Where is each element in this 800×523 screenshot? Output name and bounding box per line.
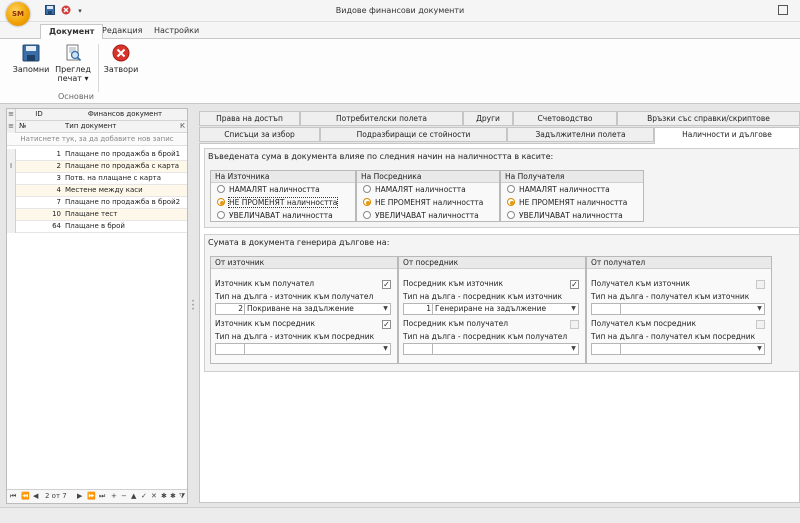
combo-recipient-to-source-type[interactable]: ▼ xyxy=(591,303,765,315)
tab-default-values[interactable]: Подразбиращи се стойности xyxy=(320,127,507,142)
stock-group-recipient: На Получателя НАМАЛЯТ наличността НЕ ПРО… xyxy=(500,170,644,222)
tab-settings[interactable]: Настройки xyxy=(146,24,207,39)
chevron-down-icon: ▼ xyxy=(757,305,762,312)
debts-group-source: От източник Източник към получател ✓ Тип … xyxy=(210,256,398,364)
row-indicator: ≡ xyxy=(7,109,16,121)
table-row[interactable]: 4 Местене между каси xyxy=(7,185,187,197)
radio-source-no-change[interactable]: НЕ ПРОМЕНЯТ наличността xyxy=(217,197,339,209)
column-header-no[interactable]: № xyxy=(17,121,63,132)
row-indicator: ≡ xyxy=(7,121,16,133)
first-record-icon[interactable]: ⏮ xyxy=(10,490,16,503)
restore-icon[interactable] xyxy=(778,5,788,15)
column-header-type[interactable]: Тип документ xyxy=(65,121,185,132)
combo-source-to-intermediary-type[interactable]: ▼ xyxy=(215,343,391,355)
ribbon-group-label: Основни xyxy=(58,92,94,101)
radio-recipient-no-change[interactable]: НЕ ПРОМЕНЯТ наличността xyxy=(507,198,627,209)
tab-report-links[interactable]: Връзки със справки/скриптове xyxy=(617,111,800,126)
edit-icon[interactable]: ▲ xyxy=(131,490,136,503)
grid-subheader: ≡ № Тип документ К xyxy=(7,121,187,133)
cancel-icon[interactable]: ✕ xyxy=(151,490,157,503)
table-row[interactable]: 10 Плащане тест xyxy=(7,209,187,221)
radio-recipient-increase[interactable]: УВЕЛИЧАВАТ наличността xyxy=(507,211,623,222)
close-button[interactable]: Затвори xyxy=(102,44,140,74)
debts-group-intermediary: От посредник Посредник към източник ✓ Тип… xyxy=(398,256,586,364)
chevron-down-icon: ▼ xyxy=(571,345,576,352)
refresh-icon[interactable]: ✱ xyxy=(161,490,167,503)
tab-choice-lists[interactable]: Списъци за избор xyxy=(199,127,320,142)
tab-required-fields[interactable]: Задължителни полета xyxy=(507,127,654,142)
column-header-name[interactable]: Финансов документ xyxy=(65,109,185,120)
table-row[interactable]: 7 Плащане по продажба в брой2 xyxy=(7,197,187,209)
combo-intermediary-to-recipient-type[interactable]: ▼ xyxy=(403,343,579,355)
bookmark-icon[interactable]: ✱ xyxy=(170,490,176,503)
ribbon-separator xyxy=(98,44,99,92)
new-row-hint[interactable]: Натиснете тук, за да добавите нов запис xyxy=(7,134,187,146)
post-icon[interactable]: ✓ xyxy=(141,490,147,503)
table-row[interactable]: I 2 Плащане по продажба с карта xyxy=(7,161,187,173)
grid-navigator: ⏮ ⏪ ◀ 2 от 7 ▶ ⏩ ⏭ + − ▲ ✓ ✕ ✱ ✱ ⧩ xyxy=(7,489,187,503)
status-bar xyxy=(0,507,800,523)
grid-header: ≡ ID Финансов документ xyxy=(7,109,187,121)
tab-accounting[interactable]: Счетоводство xyxy=(513,111,617,126)
radio-source-decrease[interactable]: НАМАЛЯТ наличността xyxy=(217,185,320,196)
save-button[interactable]: Запомни xyxy=(12,44,50,74)
combo-source-to-recipient-type[interactable]: 2 Покриване на задължение ▼ xyxy=(215,303,391,315)
checkbox-source-to-intermediary[interactable]: Източник към посредник ✓ xyxy=(215,319,391,330)
floppy-icon xyxy=(22,44,40,62)
tab-stock-and-debts[interactable]: Наличности и дългове xyxy=(654,127,800,144)
record-position: 2 от 7 xyxy=(45,492,67,500)
checkbox-recipient-to-source[interactable]: Получател към източник xyxy=(591,279,765,290)
print-preview-icon xyxy=(66,44,82,62)
window-title: Видове финансови документи xyxy=(335,6,465,15)
checkbox-source-to-recipient[interactable]: Източник към получател ✓ xyxy=(215,279,391,290)
table-row[interactable]: 3 Потв. на плащане с карта xyxy=(7,173,187,185)
column-header-id[interactable]: ID xyxy=(17,109,63,120)
radio-intermediary-decrease[interactable]: НАМАЛЯТ наличността xyxy=(363,185,466,196)
debts-section-title: Сумата в документа генерира дългове на: xyxy=(208,238,390,247)
stock-group-source: На Източника НАМАЛЯТ наличността НЕ ПРОМ… xyxy=(210,170,356,222)
tab-user-fields[interactable]: Потребителски полета xyxy=(300,111,463,126)
last-record-icon[interactable]: ⏭ xyxy=(99,490,105,503)
chevron-down-icon: ▼ xyxy=(757,345,762,352)
tab-other[interactable]: Други xyxy=(463,111,513,126)
app-logo[interactable]: SM xyxy=(6,2,30,26)
chevron-down-icon: ▼ xyxy=(383,305,388,312)
close-circle-icon xyxy=(112,44,130,62)
prev-record-icon[interactable]: ◀ xyxy=(33,490,38,503)
radio-intermediary-no-change[interactable]: НЕ ПРОМЕНЯТ наличността xyxy=(363,198,483,209)
chevron-down-icon: ▼ xyxy=(383,345,388,352)
debts-group-recipient: От получател Получател към източник Тип … xyxy=(586,256,772,364)
delete-icon[interactable]: − xyxy=(121,490,127,503)
combo-intermediary-to-source-type[interactable]: 1 Генериране на задължение ▼ xyxy=(403,303,579,315)
filter-icon[interactable]: ⧩ xyxy=(179,490,185,503)
tab-access-rights[interactable]: Права на достъп xyxy=(199,111,300,126)
next-record-icon[interactable]: ▶ xyxy=(77,490,82,503)
radio-source-increase[interactable]: УВЕЛИЧАВАТ наличността xyxy=(217,211,333,222)
checkbox-recipient-to-intermediary[interactable]: Получател към посредник xyxy=(591,319,765,330)
print-preview-button[interactable]: Преглед печат ▾ xyxy=(54,44,92,83)
chevron-down-icon: ▼ xyxy=(571,305,576,312)
checkbox-intermediary-to-recipient[interactable]: Посредник към получател xyxy=(403,319,579,330)
stock-section-title: Въведената сума в документа влияе по сле… xyxy=(208,152,554,161)
prev-page-icon[interactable]: ⏪ xyxy=(21,490,30,503)
radio-intermediary-increase[interactable]: УВЕЛИЧАВАТ наличността xyxy=(363,211,479,222)
table-row[interactable]: 64 Плащане в брой xyxy=(7,221,187,233)
column-header-k[interactable]: К xyxy=(180,121,185,132)
insert-icon[interactable]: + xyxy=(111,490,117,503)
table-row[interactable]: 1 Плащане по продажба в брой1 xyxy=(7,149,187,161)
stock-group-intermediary: На Посредника НАМАЛЯТ наличността НЕ ПРО… xyxy=(356,170,500,222)
tab-document[interactable]: Документ xyxy=(40,24,104,39)
checkbox-intermediary-to-source[interactable]: Посредник към източник ✓ xyxy=(403,279,579,290)
combo-recipient-to-intermediary-type[interactable]: ▼ xyxy=(591,343,765,355)
radio-recipient-decrease[interactable]: НАМАЛЯТ наличността xyxy=(507,185,610,196)
next-page-icon[interactable]: ⏩ xyxy=(87,490,96,503)
splitter-grip-icon: • • • xyxy=(191,298,195,313)
documents-grid: ≡ ID Финансов документ ≡ № Тип документ … xyxy=(6,108,188,504)
